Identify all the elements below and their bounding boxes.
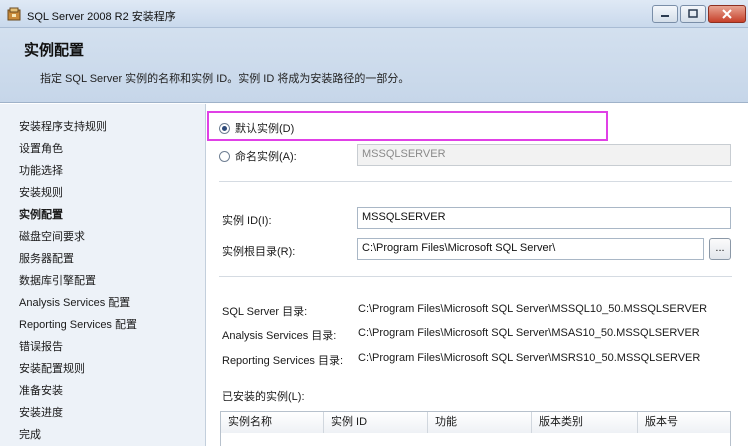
divider — [219, 276, 732, 277]
sidebar-item-error-reporting[interactable]: 错误报告 — [19, 338, 63, 354]
sidebar-item-analysis-services[interactable]: Analysis Services 配置 — [19, 294, 130, 310]
named-instance-input[interactable]: MSSQLSERVER — [357, 144, 731, 166]
reporting-services-dir-label: Reporting Services 目录: — [222, 355, 344, 367]
root-directory-label: 实例根目录(R): — [222, 246, 296, 258]
reporting-services-dir-value: C:\Program Files\Microsoft SQL Server\MS… — [358, 352, 701, 364]
close-icon — [722, 9, 732, 19]
page-header: 实例配置 指定 SQL Server 实例的名称和实例 ID。实例 ID 将成为… — [0, 28, 748, 103]
sidebar-item-setup-role[interactable]: 设置角色 — [19, 140, 63, 156]
column-header-version[interactable]: 版本号 — [638, 412, 730, 433]
column-header-edition[interactable]: 版本类别 — [532, 412, 638, 433]
default-instance-option[interactable]: 默认实例(D) — [219, 120, 294, 136]
sql-server-app-icon — [7, 7, 21, 21]
sidebar-item-disk-space[interactable]: 磁盘空间要求 — [19, 228, 85, 244]
sidebar-item-instance-configuration[interactable]: 实例配置 — [19, 206, 63, 222]
page-description: 指定 SQL Server 实例的名称和实例 ID。实例 ID 将成为安装路径的… — [40, 73, 410, 85]
close-button[interactable] — [708, 5, 746, 23]
analysis-services-dir-label: Analysis Services 目录: — [222, 330, 337, 342]
sidebar-item-installation-config-rules[interactable]: 安装配置规则 — [19, 360, 85, 376]
page-title: 实例配置 — [24, 42, 85, 59]
sql-server-dir-label: SQL Server 目录: — [222, 306, 308, 318]
browse-button[interactable]: ... — [709, 238, 731, 260]
installed-instances-label: 已安装的实例(L): — [222, 391, 305, 403]
sidebar: 安装程序支持规则 设置角色 功能选择 安装规则 实例配置 磁盘空间要求 服务器配… — [0, 104, 206, 446]
default-instance-radio[interactable] — [219, 122, 230, 134]
window-title: SQL Server 2008 R2 安装程序 — [27, 11, 176, 23]
divider — [219, 181, 732, 182]
maximize-button[interactable] — [680, 5, 706, 23]
sidebar-item-installation-progress[interactable]: 安装进度 — [19, 404, 63, 420]
maximize-icon — [688, 9, 698, 18]
sidebar-item-server-configuration[interactable]: 服务器配置 — [19, 250, 74, 266]
title-bar: SQL Server 2008 R2 安装程序 — [0, 0, 748, 28]
column-header-instance-id[interactable]: 实例 ID — [324, 412, 428, 433]
named-instance-label: 命名实例(A): — [235, 151, 297, 163]
minimize-button[interactable] — [652, 5, 678, 23]
analysis-services-dir-value: C:\Program Files\Microsoft SQL Server\MS… — [358, 327, 700, 339]
sidebar-item-database-engine[interactable]: 数据库引擎配置 — [19, 272, 96, 288]
instance-id-input[interactable]: MSSQLSERVER — [357, 207, 731, 229]
sidebar-item-ready-to-install[interactable]: 准备安装 — [19, 382, 63, 398]
named-instance-radio[interactable] — [219, 150, 230, 162]
default-instance-label: 默认实例(D) — [235, 123, 295, 135]
column-header-instance-name[interactable]: 实例名称 — [221, 412, 324, 433]
named-instance-option[interactable]: 命名实例(A): — [219, 148, 297, 164]
root-directory-input[interactable]: C:\Program Files\Microsoft SQL Server\ — [357, 238, 704, 260]
sidebar-item-setup-support-rules[interactable]: 安装程序支持规则 — [19, 118, 107, 134]
sql-server-dir-value: C:\Program Files\Microsoft SQL Server\MS… — [358, 303, 708, 315]
sidebar-item-reporting-services[interactable]: Reporting Services 配置 — [19, 316, 137, 332]
installed-instances-table[interactable]: 实例名称 实例 ID 功能 版本类别 版本号 — [220, 411, 731, 446]
sidebar-item-complete[interactable]: 完成 — [19, 426, 41, 442]
sidebar-item-feature-selection[interactable]: 功能选择 — [19, 162, 63, 178]
instance-id-label: 实例 ID(I): — [222, 215, 272, 227]
main-panel: 默认实例(D) 命名实例(A): MSSQLSERVER 实例 ID(I): M… — [207, 104, 748, 446]
minimize-icon — [661, 15, 669, 17]
column-header-features[interactable]: 功能 — [428, 412, 532, 433]
sidebar-item-installation-rules[interactable]: 安装规则 — [19, 184, 63, 200]
